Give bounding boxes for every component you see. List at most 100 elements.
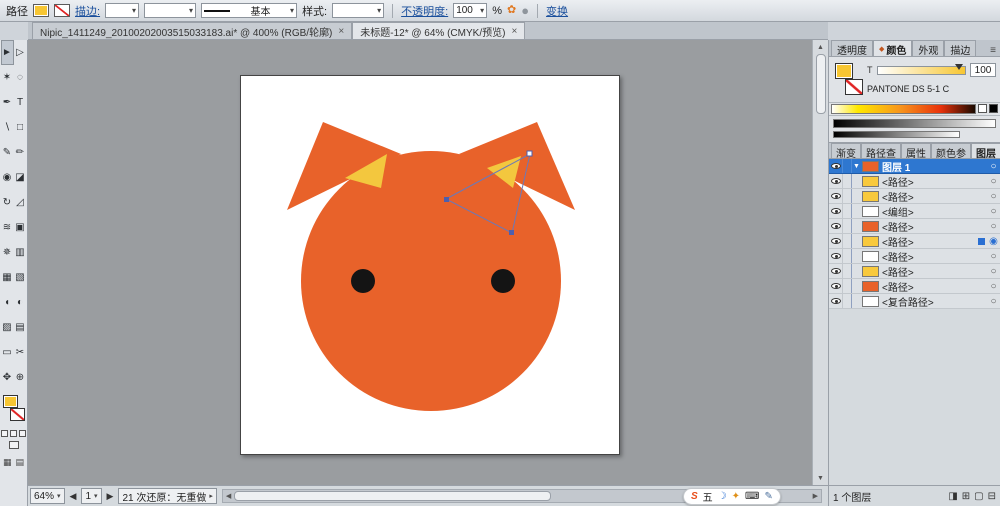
zoom-select[interactable]: 64%▾: [30, 488, 65, 504]
lasso-tool[interactable]: ◌: [14, 65, 27, 90]
lock-cell[interactable]: [843, 234, 852, 248]
cat-left-eye[interactable]: [351, 269, 375, 293]
stroke-link[interactable]: 描边:: [75, 3, 100, 19]
blend-tool[interactable]: ◐: [14, 290, 27, 315]
line-segment-tool[interactable]: ∖: [1, 115, 14, 140]
launch-icon[interactable]: ●: [521, 4, 529, 17]
stroke-well[interactable]: [845, 79, 863, 95]
target-circle-icon[interactable]: [987, 236, 1000, 247]
live-paint-bucket-tool[interactable]: ▨: [1, 315, 14, 340]
canvas-area[interactable]: [28, 40, 812, 485]
layer-item-row[interactable]: ▷ <复合路径>: [829, 294, 1000, 309]
anchor-point[interactable]: [444, 197, 449, 202]
paintbrush-tool[interactable]: ✎: [1, 140, 14, 165]
half-full-width-icon[interactable]: ☽: [718, 491, 727, 502]
direct-selection-tool[interactable]: ▷: [14, 40, 27, 65]
draw-behind-button[interactable]: [10, 430, 17, 437]
layer-name[interactable]: 图层 1: [882, 159, 987, 174]
grid-icon[interactable]: ▦: [3, 457, 12, 468]
recolor-artwork-icon[interactable]: ✿: [507, 5, 516, 16]
dock-tab[interactable]: 属性: [901, 143, 931, 158]
dock-tab[interactable]: 颜色参: [931, 143, 971, 158]
layer-row[interactable]: ▼ 图层 1: [829, 159, 1000, 174]
item-label[interactable]: <编组>: [882, 204, 987, 219]
visibility-cell[interactable]: [829, 159, 843, 173]
variable-width-select[interactable]: ▾: [144, 3, 196, 18]
target-circle-icon[interactable]: [987, 296, 1000, 307]
scroll-right-icon[interactable]: ▶: [810, 492, 821, 500]
vertical-scroll-thumb[interactable]: [816, 54, 826, 114]
eyedropper-tool[interactable]: ◖: [1, 290, 14, 315]
make-clipping-mask-icon[interactable]: ◨: [948, 491, 957, 502]
style-select[interactable]: ▾: [332, 3, 384, 18]
white-swatch[interactable]: [978, 104, 987, 113]
table-icon[interactable]: ▤: [16, 457, 25, 468]
close-icon[interactable]: ×: [338, 26, 344, 37]
brush-definition-select[interactable]: 基本▾: [201, 3, 297, 18]
ime-settings-icon[interactable]: ✎: [764, 491, 772, 502]
next-artboard-button[interactable]: ▶: [105, 491, 116, 502]
lock-cell[interactable]: [843, 159, 852, 173]
layer-item-row[interactable]: ▷ <路径>: [829, 189, 1000, 204]
cat-right-eye[interactable]: [491, 269, 515, 293]
hand-tool[interactable]: ✥: [1, 365, 14, 390]
panel-tab[interactable]: ◆ 外观: [912, 40, 944, 56]
expander-icon[interactable]: ▼: [852, 163, 861, 170]
vertical-scrollbar[interactable]: ▲ ▼: [812, 40, 828, 485]
item-label[interactable]: <路径>: [882, 189, 987, 204]
artboard-number-select[interactable]: 1▾: [81, 488, 101, 504]
close-icon[interactable]: ×: [511, 26, 517, 37]
scroll-down-icon[interactable]: ▼: [817, 471, 824, 485]
visibility-cell[interactable]: [829, 294, 843, 308]
layer-item-row[interactable]: ▷ <路径>: [829, 234, 1000, 249]
opacity-link[interactable]: 不透明度:: [401, 3, 448, 19]
visibility-cell[interactable]: [829, 264, 843, 278]
magic-wand-tool[interactable]: ✶: [1, 65, 14, 90]
visibility-cell[interactable]: [829, 234, 843, 248]
dock-tab[interactable]: 路径查: [861, 143, 901, 158]
selection-tool[interactable]: ►: [1, 40, 14, 65]
transform-link[interactable]: 变换: [546, 3, 568, 19]
item-label[interactable]: <路径>: [882, 279, 987, 294]
lock-cell[interactable]: [843, 294, 852, 308]
dock-tab[interactable]: 图层: [971, 143, 1000, 158]
visibility-cell[interactable]: [829, 219, 843, 233]
layer-item-row[interactable]: ▷ <路径>: [829, 279, 1000, 294]
graph-tool[interactable]: ▥: [14, 240, 27, 265]
delete-layer-icon[interactable]: ⊟: [988, 491, 996, 502]
visibility-cell[interactable]: [829, 204, 843, 218]
visibility-cell[interactable]: [829, 249, 843, 263]
stroke-color-swatch[interactable]: [54, 4, 70, 17]
layer-item-row[interactable]: ▷ <编组>: [829, 204, 1000, 219]
target-circle-icon[interactable]: [987, 161, 1000, 172]
fill-well[interactable]: [835, 63, 853, 79]
target-circle-icon[interactable]: [987, 191, 1000, 202]
live-paint-selection-tool[interactable]: ▤: [14, 315, 27, 340]
warp-tool[interactable]: ≋: [1, 215, 14, 240]
item-label[interactable]: <复合路径>: [882, 294, 987, 309]
new-sublayer-icon[interactable]: ⊞: [962, 491, 970, 502]
layer-item-row[interactable]: ▷ <路径>: [829, 249, 1000, 264]
keyboard-icon[interactable]: ⌨: [745, 491, 759, 502]
type-tool[interactable]: T: [14, 90, 27, 115]
opacity-select[interactable]: 100▾: [453, 3, 487, 18]
draw-inside-button[interactable]: [19, 430, 26, 437]
sogou-logo-icon[interactable]: S: [691, 491, 698, 502]
symbol-icon[interactable]: ✦: [732, 491, 740, 502]
panel-tab[interactable]: ◆ 透明度: [831, 40, 873, 56]
layer-item-row[interactable]: ▷ <路径>: [829, 219, 1000, 234]
target-circle-icon[interactable]: [987, 266, 1000, 277]
item-label[interactable]: <路径>: [882, 234, 978, 249]
artboard[interactable]: [240, 75, 620, 455]
target-circle-icon[interactable]: [987, 176, 1000, 187]
artboard-tool[interactable]: ▭: [1, 340, 14, 365]
gradient-slider[interactable]: [833, 131, 960, 138]
visibility-cell[interactable]: [829, 189, 843, 203]
tint-slider[interactable]: [877, 66, 967, 75]
target-circle-icon[interactable]: [987, 281, 1000, 292]
dock-tab[interactable]: 渐变: [831, 143, 861, 158]
black-swatch[interactable]: [989, 104, 998, 113]
gradient-preview[interactable]: [833, 119, 996, 128]
eraser-tool[interactable]: ◪: [14, 165, 27, 190]
mesh-tool[interactable]: ▦: [1, 265, 14, 290]
